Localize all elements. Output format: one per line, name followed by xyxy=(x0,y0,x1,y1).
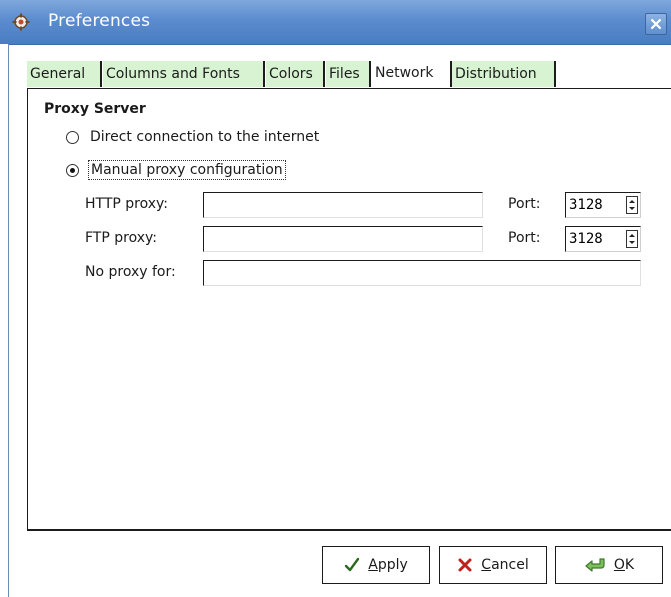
app-gear-icon xyxy=(12,13,30,31)
no-proxy-input[interactable] xyxy=(203,260,641,286)
cancel-button[interactable]: Cancel xyxy=(439,546,547,584)
radio-direct-label: Direct connection to the internet xyxy=(90,129,320,145)
ftp-port-spinner[interactable] xyxy=(565,226,641,252)
radio-button-unchecked[interactable] xyxy=(66,130,79,144)
green-arrow-icon xyxy=(584,557,606,573)
checkmark-icon xyxy=(344,557,360,573)
ftp-port-input[interactable] xyxy=(566,227,621,251)
tab-general[interactable]: General xyxy=(27,61,102,87)
apply-button[interactable]: Apply xyxy=(322,546,430,584)
tab-files[interactable]: Files xyxy=(326,61,371,87)
http-port-label: Port: xyxy=(508,196,541,212)
panel-border-top xyxy=(27,88,671,89)
cancel-label: Cancel xyxy=(481,557,529,573)
panel-border-bottom xyxy=(27,529,671,531)
tab-colors[interactable]: Colors xyxy=(266,61,325,87)
window-frame-left xyxy=(0,44,9,597)
close-icon[interactable] xyxy=(645,13,667,35)
http-proxy-label: HTTP proxy: xyxy=(85,196,169,212)
radio-manual-proxy[interactable]: Manual proxy configuration xyxy=(66,159,286,181)
ftp-proxy-label: FTP proxy: xyxy=(85,230,157,246)
window-title: Preferences xyxy=(48,11,151,31)
apply-label: Apply xyxy=(368,557,408,573)
radio-direct-connection[interactable]: Direct connection to the internet xyxy=(66,126,321,148)
spinner-arrows-icon[interactable] xyxy=(626,196,638,214)
ok-label: OK xyxy=(613,557,635,573)
ftp-proxy-input[interactable] xyxy=(203,226,483,252)
title-bar[interactable]: Preferences xyxy=(0,0,671,45)
tab-network[interactable]: Network xyxy=(372,58,450,88)
radio-manual-label: Manual proxy configuration xyxy=(88,160,286,180)
http-port-input[interactable] xyxy=(566,193,621,217)
http-port-spinner[interactable] xyxy=(565,192,641,218)
spinner-arrows-icon[interactable] xyxy=(626,230,638,248)
tab-columns-and-fonts[interactable]: Columns and Fonts xyxy=(103,61,265,87)
ok-button[interactable]: OK xyxy=(555,546,663,584)
tab-distribution[interactable]: Distribution xyxy=(450,61,556,87)
http-proxy-input[interactable] xyxy=(203,192,483,218)
panel-border-left xyxy=(27,88,28,529)
radio-button-checked[interactable] xyxy=(66,163,79,177)
section-title-proxy-server: Proxy Server xyxy=(44,101,146,117)
no-proxy-label: No proxy for: xyxy=(85,264,176,280)
ftp-port-label: Port: xyxy=(508,230,541,246)
red-x-icon xyxy=(457,557,473,573)
